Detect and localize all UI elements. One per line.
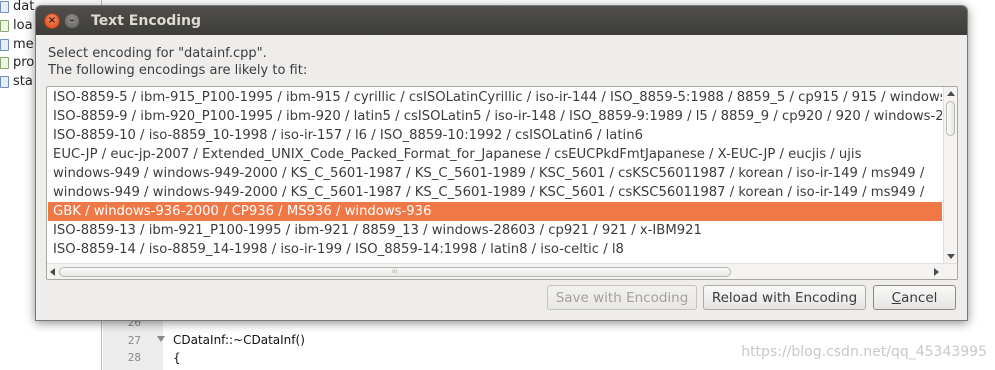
text-encoding-dialog: × – Text Encoding Select encoding for "d…: [35, 5, 968, 321]
encoding-list-item[interactable]: ISO-8859-13 / ibm-921_P100-1995 / ibm-92…: [48, 221, 942, 240]
source-file-icon: [0, 75, 9, 88]
file-tree-item-label: pro: [13, 55, 35, 70]
scroll-right-icon[interactable]: [934, 268, 939, 276]
code-line: CDataInf::~CDataInf(): [173, 333, 305, 347]
line-number: 28: [127, 351, 141, 364]
encoding-list-item[interactable]: ISO-8859-14 / iso-8859_14-1998 / iso-ir-…: [48, 240, 942, 259]
line-number: 27: [127, 334, 141, 347]
dialog-title: Text Encoding: [91, 12, 202, 29]
file-tree-item[interactable]: loa: [0, 16, 33, 35]
source-file-icon: [0, 56, 9, 69]
cancel-button[interactable]: Cancel: [873, 285, 956, 310]
minimize-window-icon[interactable]: –: [64, 12, 80, 29]
prompt-likely-fit: The following encodings are likely to fi…: [48, 63, 308, 78]
encoding-list-item[interactable]: ISO-8859-9 / ibm-920_P100-1995 / ibm-920…: [48, 107, 942, 126]
scroll-down-icon[interactable]: [947, 254, 955, 259]
file-tree-item[interactable]: dat: [0, 0, 34, 16]
vertical-scrollbar[interactable]: [943, 87, 957, 263]
file-tree-item-label: dat: [13, 0, 35, 14]
file-tree-item-label: me: [13, 37, 34, 52]
file-tree-item-label: sta: [13, 74, 33, 89]
watermark: https://blog.csdn.net/qq_45343995: [741, 344, 987, 360]
encoding-list-item[interactable]: windows-949 / windows-949-2000 / KS_C_56…: [48, 164, 942, 183]
encoding-list[interactable]: ISO-8859-5 / ibm-915_P100-1995 / ibm-915…: [46, 86, 958, 280]
horizontal-scrollbar[interactable]: ⁞⁞⁞: [47, 263, 957, 279]
close-window-icon[interactable]: ×: [44, 12, 60, 29]
source-file-icon: [0, 38, 9, 51]
grip-icon: ⁞⁞⁞: [392, 268, 398, 275]
file-tree-item[interactable]: pro: [0, 53, 34, 72]
reload-with-encoding-button[interactable]: Reload with Encoding: [703, 285, 866, 310]
scroll-up-icon[interactable]: [947, 91, 955, 96]
encoding-list-item[interactable]: ISO-8859-5 / ibm-915_P100-1995 / ibm-915…: [48, 88, 942, 107]
encoding-list-item[interactable]: EUC-JP / euc-jp-2007 / Extended_UNIX_Cod…: [48, 145, 942, 164]
code-line: {: [173, 351, 181, 365]
encoding-list-item[interactable]: GBK / windows-936-2000 / CP936 / MS936 /…: [48, 202, 942, 221]
encoding-list-item[interactable]: windows-949 / windows-949-2000 / KS_C_56…: [48, 183, 942, 202]
file-tree-item[interactable]: me: [0, 35, 34, 54]
save-with-encoding-button[interactable]: Save with Encoding: [547, 285, 697, 310]
cancel-rest: ancel: [901, 289, 938, 306]
encoding-list-items: ISO-8859-5 / ibm-915_P100-1995 / ibm-915…: [48, 88, 942, 262]
source-file-icon: [0, 19, 9, 32]
vertical-scroll-thumb[interactable]: [946, 101, 955, 136]
file-tree-item-label: loa: [13, 18, 33, 33]
fold-arrow-icon[interactable]: [157, 336, 165, 342]
encoding-list-item[interactable]: ISO-8859-10 / iso-8859_10-1998 / iso-ir-…: [48, 126, 942, 145]
scroll-left-icon[interactable]: [50, 268, 55, 276]
cancel-mnemonic: C: [891, 289, 902, 306]
source-file-icon: [0, 0, 9, 13]
horizontal-scroll-thumb[interactable]: ⁞⁞⁞: [59, 267, 731, 277]
dialog-titlebar[interactable]: × – Text Encoding: [36, 6, 967, 35]
file-tree-item[interactable]: sta: [0, 72, 33, 91]
prompt-select-encoding: Select encoding for "datainf.cpp".: [48, 46, 267, 61]
